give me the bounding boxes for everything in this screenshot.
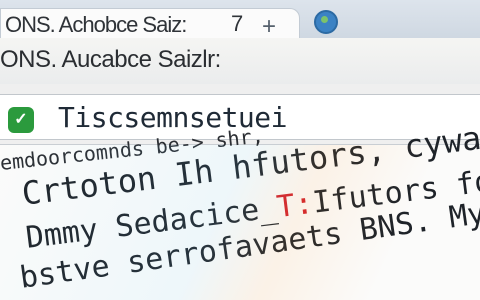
tab-title: ONS. Achobce Saiz: [5, 12, 187, 37]
browser-tab[interactable]: ONS. Achobce Saiz: 7 [0, 8, 300, 38]
new-tab-button[interactable]: + [258, 15, 280, 39]
page-content: emdoorcomnds be-> shr, Crtoton Ih hfutor… [0, 114, 480, 300]
globe-icon[interactable] [314, 10, 338, 34]
tab-bar: ONS. Achobce Saiz: 7 + [0, 0, 480, 39]
toolbar-text: ONS. Aucabce Saizlr: [0, 46, 221, 73]
secure-lock-icon[interactable]: ✓ [8, 107, 34, 133]
tab-count: 7 [231, 11, 244, 36]
